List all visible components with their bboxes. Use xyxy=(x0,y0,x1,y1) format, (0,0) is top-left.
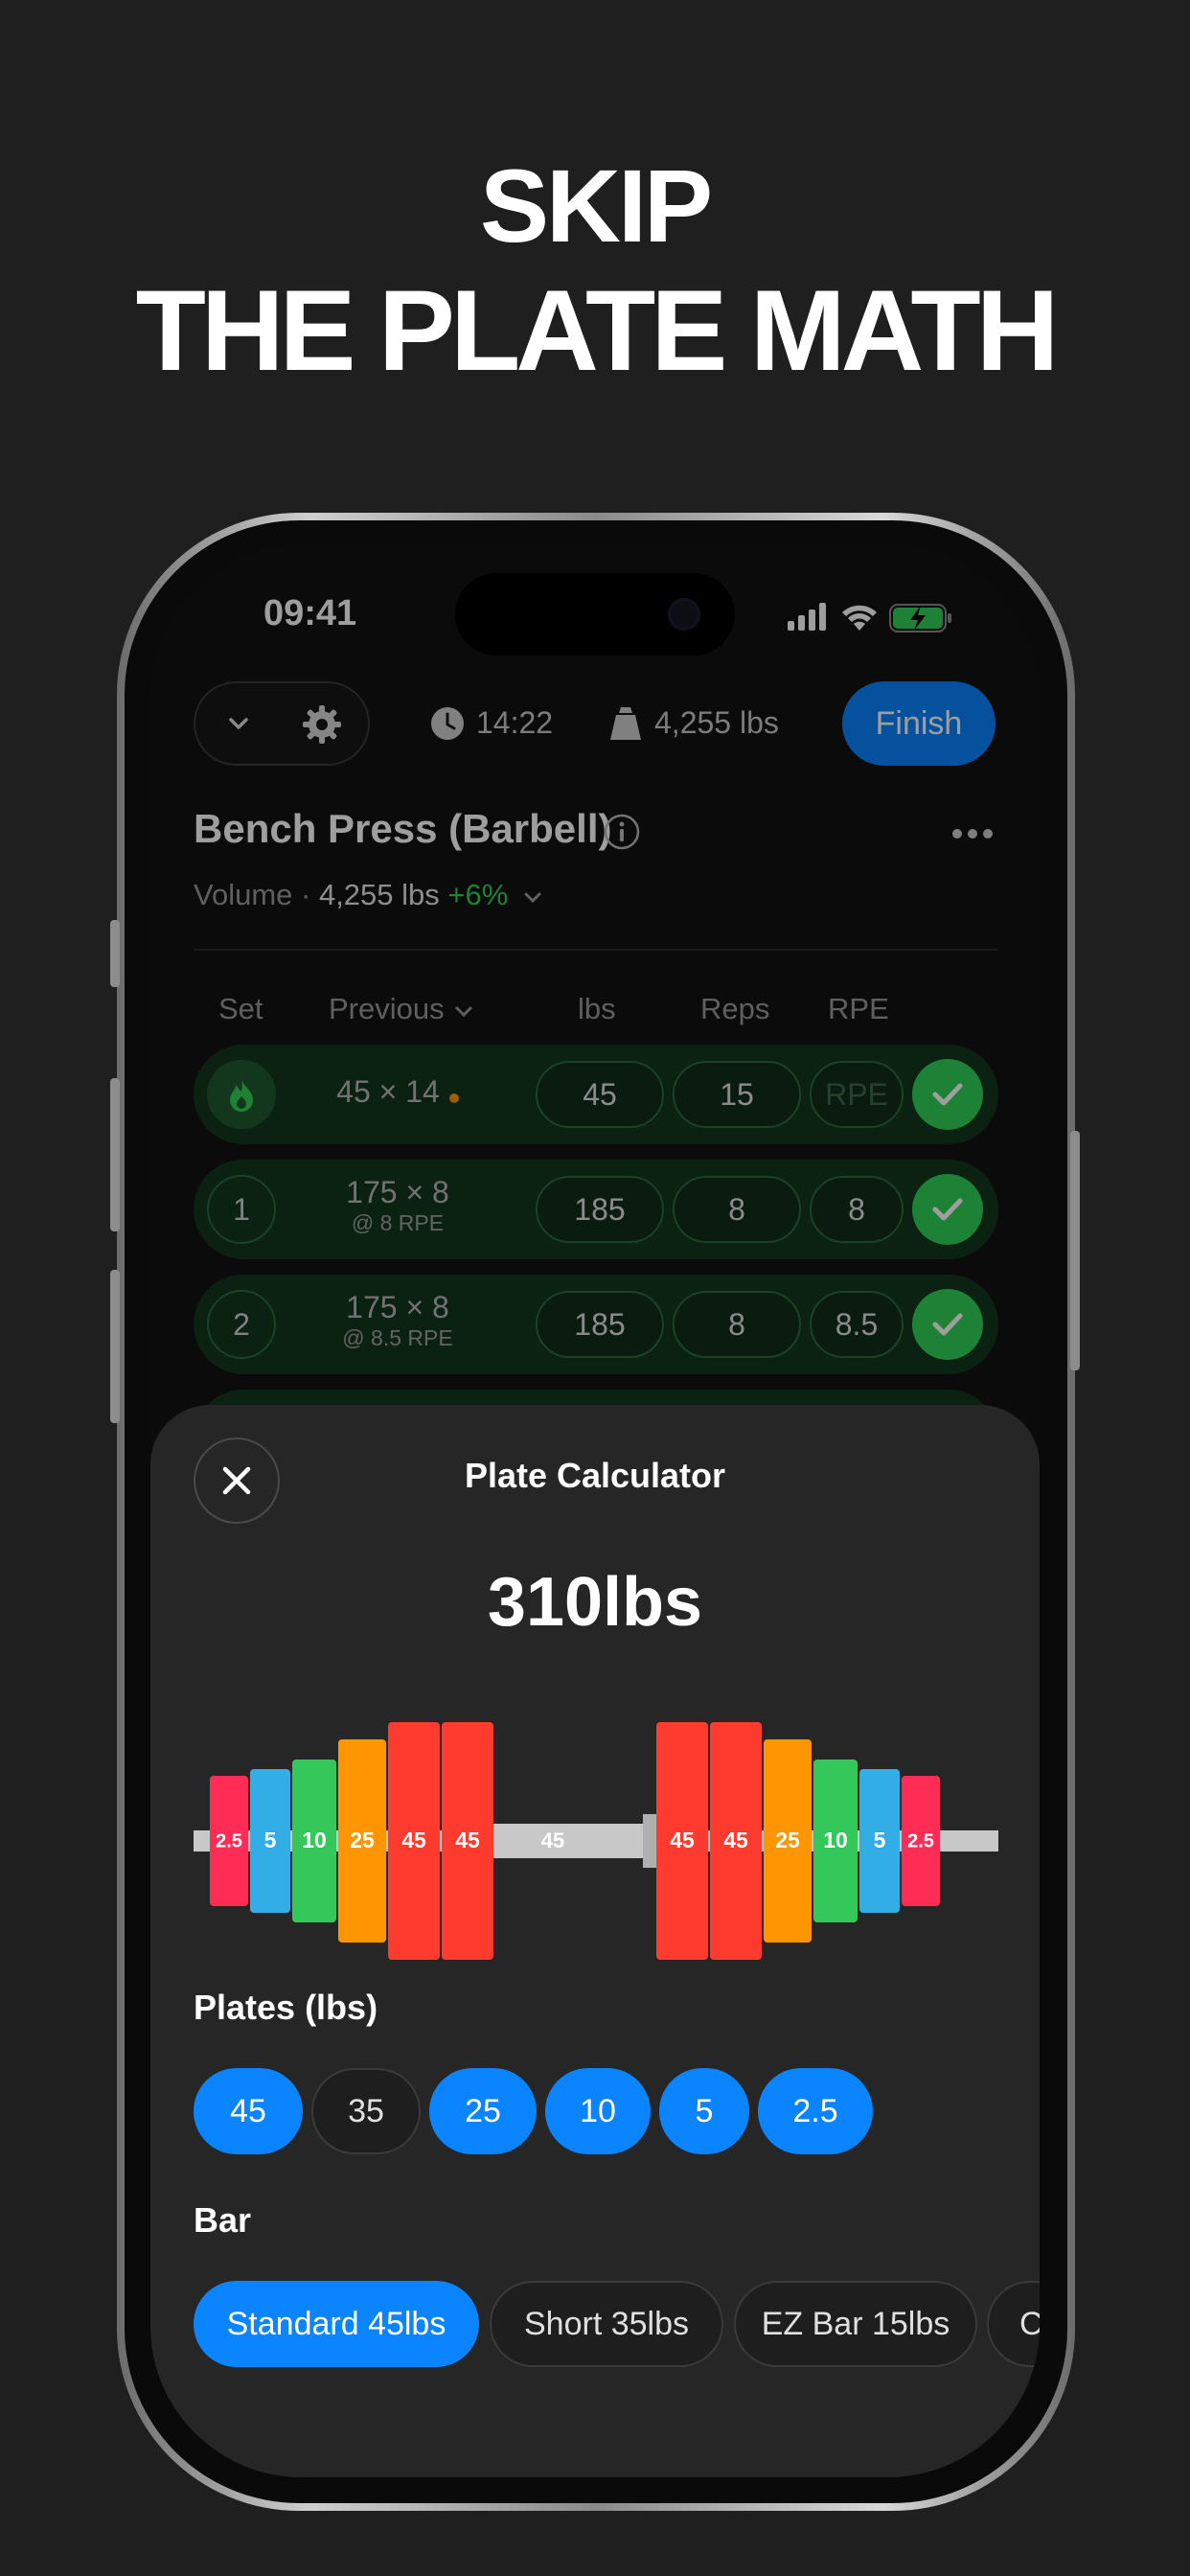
headline-line-2: THE PLATE MATH xyxy=(135,266,1060,395)
bar-section-label: Bar xyxy=(194,2200,252,2240)
plate-label: 5 xyxy=(874,1828,886,1852)
phone-mute-switch xyxy=(110,920,120,987)
bar-chip-more[interactable]: C xyxy=(987,2281,1040,2367)
phone-volume-down-button xyxy=(110,1270,120,1423)
plates-section-label: Plates (lbs) xyxy=(194,1988,378,2027)
phone-screen: 09:41 14:22 4,255 lbs Finish Bench Press… xyxy=(150,544,1040,2477)
bar-chip-standard[interactable]: Standard 45lbs xyxy=(194,2281,479,2367)
phone-power-button xyxy=(1070,1131,1080,1370)
plate-label: 25 xyxy=(775,1828,800,1852)
plate-label: 2.5 xyxy=(907,1830,934,1852)
bar-weight-label: 45 xyxy=(541,1828,564,1852)
bar-chip-ez[interactable]: EZ Bar 15lbs xyxy=(734,2281,977,2367)
plate-label: 10 xyxy=(302,1828,327,1852)
phone-volume-up-button xyxy=(110,1078,120,1231)
plate-chip-45[interactable]: 45 xyxy=(194,2068,303,2154)
plate-label: 10 xyxy=(823,1828,848,1852)
plate-label: 25 xyxy=(350,1828,375,1852)
plate-chip-25[interactable]: 25 xyxy=(429,2068,537,2154)
plate-chip-2-5[interactable]: 2.5 xyxy=(758,2068,873,2154)
barbell-diagram: 45 2.5 5 10 25 45 45 45 45 25 10 5 2.5 xyxy=(194,1722,998,1960)
total-weight: 310lbs xyxy=(487,1564,703,1641)
plate-label: 45 xyxy=(455,1828,480,1852)
sheet-title: Plate Calculator xyxy=(464,1456,726,1495)
plate-chip-5[interactable]: 5 xyxy=(659,2068,749,2154)
plate-calculator-sheet: Plate Calculator 310lbs 45 2.5 5 10 25 45 45 45… xyxy=(150,1405,1040,2477)
plate-label: 45 xyxy=(723,1828,748,1852)
plate-label: 45 xyxy=(401,1828,426,1852)
plate-label: 2.5 xyxy=(216,1830,242,1852)
right-collar xyxy=(643,1814,656,1868)
headline-line-1: SKIP xyxy=(479,148,713,264)
bar-chip-short[interactable]: Short 35lbs xyxy=(490,2281,723,2367)
plate-chip-35[interactable]: 35 xyxy=(311,2068,421,2154)
plate-label: 5 xyxy=(264,1828,277,1852)
plate-label: 45 xyxy=(670,1828,695,1852)
plate-chip-10[interactable]: 10 xyxy=(545,2068,651,2154)
